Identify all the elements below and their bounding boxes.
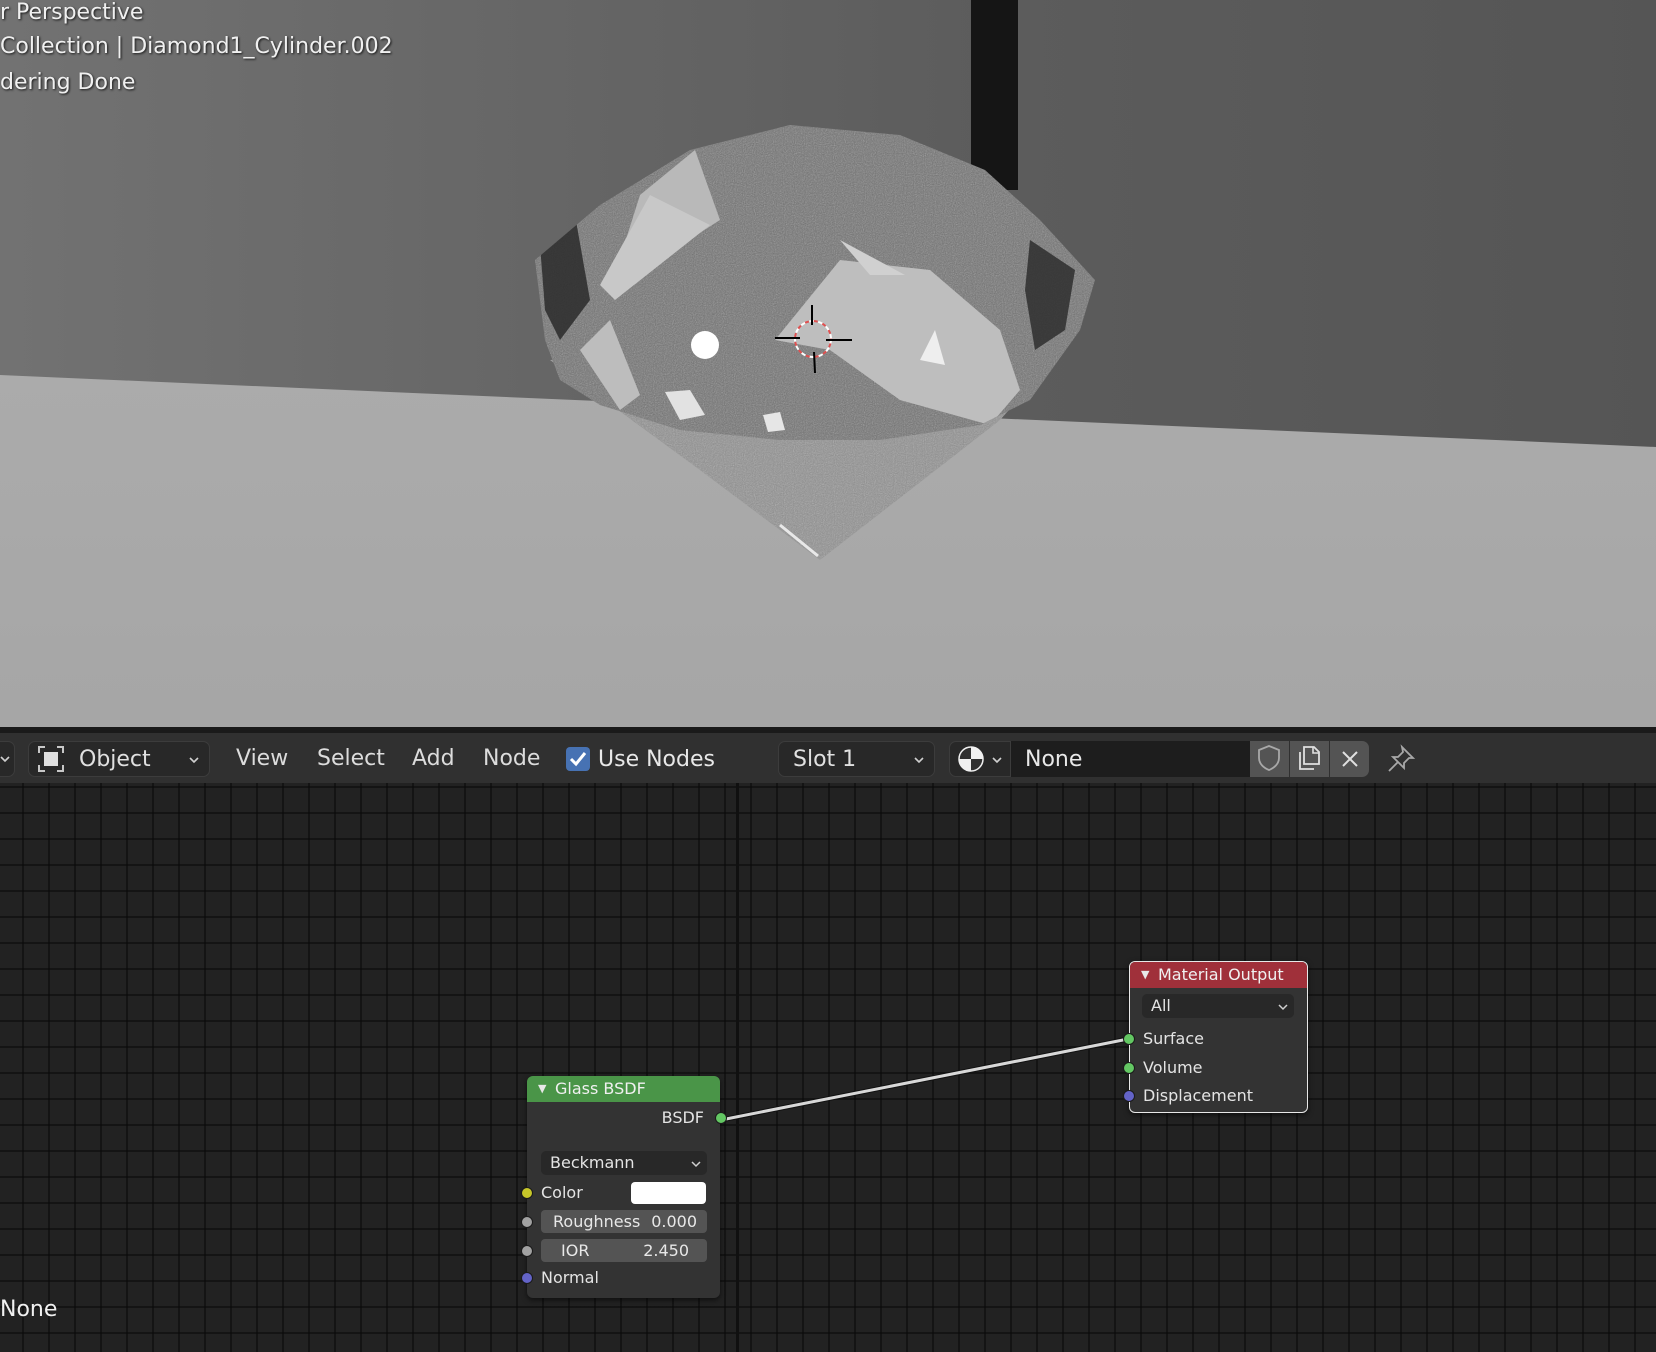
displacement-label: Displacement <box>1143 1086 1253 1105</box>
roughness-field[interactable]: Roughness 0.000 <box>541 1210 707 1233</box>
displacement-input-row: Displacement <box>1123 1083 1307 1109</box>
light-point <box>691 331 719 359</box>
roughness-value: 0.000 <box>651 1212 697 1231</box>
ior-value: 2.450 <box>643 1241 689 1260</box>
ior-field[interactable]: IOR 2.450 <box>541 1239 707 1262</box>
render-status-label: dering Done <box>0 70 136 95</box>
displacement-input-socket[interactable] <box>1123 1090 1135 1102</box>
checkbox-checked-icon <box>566 747 590 771</box>
volume-input-socket[interactable] <box>1123 1062 1135 1074</box>
volume-input-row: Volume <box>1123 1055 1307 1081</box>
render-scene <box>0 0 1656 727</box>
shield-icon <box>1258 745 1280 771</box>
browse-material-button[interactable] <box>949 741 1011 777</box>
new-material-button[interactable] <box>1290 741 1329 777</box>
editor-type-button[interactable] <box>0 741 15 777</box>
surface-input-row: Surface <box>1123 1026 1307 1052</box>
distribution-value: Beckmann <box>550 1153 635 1172</box>
material-output-node-header[interactable]: ▼ Material Output <box>1130 962 1307 988</box>
node-links-layer <box>720 1036 1129 1123</box>
collection-object-label: Collection | Diamond1_Cylinder.002 <box>0 34 393 59</box>
material-name-field[interactable]: None <box>1011 741 1250 777</box>
distribution-select[interactable]: Beckmann <box>541 1151 707 1175</box>
use-nodes-label: Use Nodes <box>598 746 715 772</box>
ior-label: IOR <box>561 1241 590 1260</box>
3d-viewport[interactable]: r Perspective Collection | Diamond1_Cyli… <box>0 0 1656 727</box>
glass-bsdf-node[interactable]: ▼ Glass BSDF BSDF Beckmann Color Roughne… <box>521 1076 727 1298</box>
menu-select[interactable]: Select <box>317 741 385 777</box>
color-input-socket[interactable] <box>521 1187 533 1199</box>
material-sphere-icon <box>958 746 984 772</box>
output-target-select[interactable]: All <box>1142 994 1294 1018</box>
menu-node[interactable]: Node <box>483 741 540 777</box>
fake-user-button[interactable] <box>1250 741 1289 777</box>
bsdf-output-socket[interactable] <box>715 1112 727 1124</box>
roughness-label: Roughness <box>553 1212 641 1231</box>
normal-label: Normal <box>541 1268 599 1287</box>
material-name-value: None <box>1025 746 1083 772</box>
mode-select-value: Object <box>79 746 151 772</box>
volume-label: Volume <box>1143 1058 1203 1077</box>
chevron-down-icon <box>914 757 924 764</box>
slot-select-value: Slot 1 <box>793 746 857 772</box>
footer-status-text: None <box>0 1297 58 1322</box>
color-swatch[interactable] <box>631 1182 706 1204</box>
chevron-down-icon <box>992 757 1002 764</box>
roughness-input-socket[interactable] <box>521 1216 533 1228</box>
dark-pole <box>971 0 1018 190</box>
node-editor-canvas[interactable]: ▼ Glass BSDF BSDF Beckmann Color Roughne… <box>0 783 1656 1352</box>
material-output-node[interactable]: ▼ Material Output All Surface Volume Dis… <box>1123 961 1308 1113</box>
pin-icon <box>1388 744 1416 772</box>
normal-input-socket[interactable] <box>521 1272 533 1284</box>
normal-input-row: Normal <box>521 1265 720 1291</box>
menu-add[interactable]: Add <box>412 741 455 777</box>
collapse-triangle-icon[interactable]: ▼ <box>1141 962 1149 988</box>
view-name-label: r Perspective <box>0 0 144 25</box>
node-link-highlight <box>720 1037 1129 1122</box>
chevron-down-icon <box>189 757 199 764</box>
output-target-value: All <box>1151 996 1171 1015</box>
glass-bsdf-title: Glass BSDF <box>555 1079 646 1098</box>
glass-bsdf-node-header[interactable]: ▼ Glass BSDF <box>527 1076 720 1102</box>
collapse-triangle-icon[interactable]: ▼ <box>538 1076 546 1102</box>
bsdf-output-row: BSDF <box>527 1105 727 1131</box>
bsdf-output-label: BSDF <box>661 1108 704 1127</box>
chevron-down-icon <box>0 756 10 763</box>
unlink-material-button[interactable] <box>1330 741 1369 777</box>
pin-button[interactable] <box>1385 741 1417 777</box>
mode-select[interactable]: Object <box>28 741 210 777</box>
menu-view[interactable]: View <box>236 741 288 777</box>
surface-input-socket[interactable] <box>1123 1033 1135 1045</box>
chevron-down-icon <box>691 1161 701 1168</box>
chevron-down-icon <box>1278 1004 1288 1011</box>
color-label: Color <box>541 1183 583 1202</box>
material-output-title: Material Output <box>1158 965 1284 984</box>
slot-select[interactable]: Slot 1 <box>778 741 935 777</box>
object-mode-icon <box>38 746 64 772</box>
duplicate-icon <box>1299 746 1320 770</box>
node-editor-header: Object View Select Add Node Use Nodes Sl… <box>0 733 1656 783</box>
color-input-row: Color <box>521 1180 720 1206</box>
surface-label: Surface <box>1143 1029 1204 1048</box>
close-icon <box>1342 751 1358 767</box>
ior-input-socket[interactable] <box>521 1245 533 1257</box>
use-nodes-checkbox[interactable]: Use Nodes <box>566 741 716 777</box>
